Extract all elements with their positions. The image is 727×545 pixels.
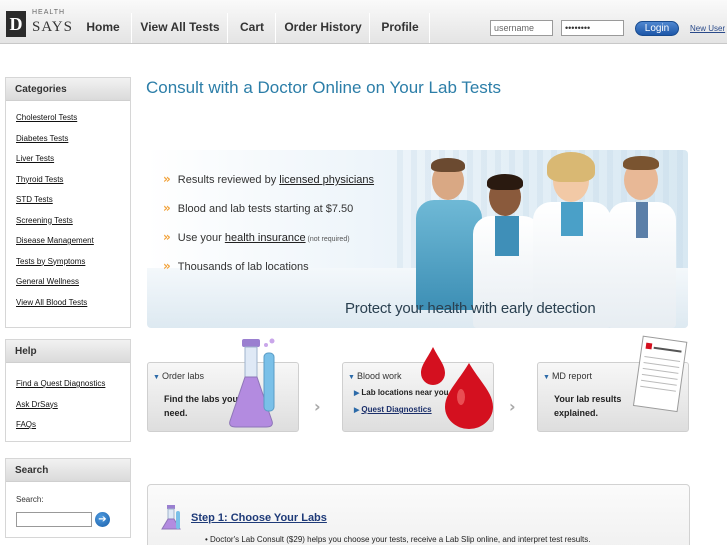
doctor-figure — [602, 154, 682, 328]
hero-bullet: » Thousands of lab locations — [163, 259, 309, 273]
search-heading: Search — [6, 459, 130, 482]
hero-bullet-text: Blood and lab tests starting at $7.50 — [177, 203, 354, 215]
search-box: Search Search: ➔ — [5, 458, 131, 538]
hero-bullet-text: Thousands of lab locations — [177, 261, 309, 273]
login-button[interactable]: Login — [635, 21, 679, 36]
chevron-icon: » — [163, 230, 171, 244]
search-go-icon[interactable]: ➔ — [95, 512, 110, 527]
password-input[interactable]: •••••••• — [561, 20, 624, 36]
nav-home[interactable]: Home — [75, 13, 131, 41]
step-order-labs[interactable]: ▼ Order labs Find the labs you need. — [147, 338, 299, 432]
step-detail-text: • Doctor's Lab Consult ($29) helps you c… — [205, 535, 591, 544]
chevron-icon: » — [163, 201, 171, 215]
drsays-logo[interactable]: D HEALTH SAYS — [6, 9, 73, 39]
step-detail-heading[interactable]: Step 1: Choose Your Labs — [191, 512, 327, 524]
chevron-icon: » — [163, 259, 171, 273]
category-link[interactable]: Diabetes Tests — [16, 132, 130, 153]
help-heading: Help — [6, 340, 130, 363]
licensed-physicians-link[interactable]: licensed physicians — [279, 174, 374, 186]
help-list: Find a Quest Diagnostics Ask DrSays FAQs — [6, 363, 130, 445]
category-link[interactable]: Thyroid Tests — [16, 173, 130, 194]
top-bar: D HEALTH SAYS Home View All Tests Cart O… — [0, 0, 727, 44]
chevron-icon: » — [163, 172, 171, 186]
step-label: ▼ MD report — [543, 371, 592, 381]
categories-list: Cholesterol Tests Diabetes Tests Liver T… — [6, 101, 130, 322]
step-detail-panel: Step 1: Choose Your Labs • Doctor's Lab … — [147, 484, 690, 545]
step-blood-work[interactable]: ▼ Blood work ▶ Lab locations near you ▶ Que… — [342, 347, 494, 432]
nav-divider — [429, 13, 430, 43]
search-input[interactable] — [16, 512, 92, 527]
hero-bullet-text: Results reviewed by — [177, 174, 280, 186]
username-input[interactable]: username — [490, 20, 553, 36]
blood-drop-icon — [421, 347, 493, 429]
help-link-ask[interactable]: Ask DrSays — [16, 398, 130, 419]
logo-says-text: SAYS — [32, 19, 73, 35]
category-link[interactable]: Tests by Symptoms — [16, 255, 130, 276]
new-user-link[interactable]: New User — [690, 24, 725, 33]
chevron-right-icon: › — [314, 397, 321, 416]
hero-bullet: » Blood and lab tests starting at $7.50 — [163, 201, 353, 215]
category-link[interactable]: Cholesterol Tests — [16, 111, 130, 132]
nav-profile[interactable]: Profile — [371, 13, 429, 41]
category-link[interactable]: Liver Tests — [16, 152, 130, 173]
nav-view-all-tests[interactable]: View All Tests — [133, 13, 227, 41]
hero-bullet-text: Use your — [177, 232, 225, 244]
category-link[interactable]: STD Tests — [16, 193, 130, 214]
health-insurance-link[interactable]: health insurance — [225, 232, 306, 244]
category-link[interactable]: Disease Management — [16, 234, 130, 255]
step-description: Your lab results explained. — [554, 394, 622, 418]
help-box: Help Find a Quest Diagnostics Ask DrSays… — [5, 339, 131, 442]
step-label: ▼ Order labs — [153, 371, 204, 381]
step-md-report[interactable]: ▼ MD report Your lab results explained. — [537, 335, 689, 432]
help-link-faqs[interactable]: FAQs — [16, 418, 130, 439]
logo-health-text: HEALTH — [32, 9, 66, 16]
category-link[interactable]: General Wellness — [16, 275, 130, 296]
not-required-note: (not required) — [305, 236, 350, 243]
logo-mark: D — [6, 11, 26, 37]
categories-heading: Categories — [6, 78, 130, 101]
step-label: ▼ Blood work — [348, 371, 402, 381]
categories-box: Categories Cholesterol Tests Diabetes Te… — [5, 77, 131, 328]
nav-divider — [369, 13, 370, 43]
nav-order-history[interactable]: Order History — [277, 13, 369, 41]
category-link[interactable]: Screening Tests — [16, 214, 130, 235]
search-label: Search: — [16, 495, 44, 504]
hero-bullet: » Results reviewed by licensed physicians — [163, 172, 374, 186]
hero-bullet: » Use your health insurance (not required… — [163, 230, 350, 244]
flask-icon — [229, 338, 275, 428]
page-title: Consult with a Doctor Online on Your Lab… — [146, 78, 502, 97]
hero-tagline: Protect your health with early detection — [345, 300, 596, 317]
chevron-right-icon: › — [509, 397, 516, 416]
nav-divider — [227, 13, 228, 43]
prescription-icon — [632, 335, 688, 413]
flask-icon — [161, 505, 181, 530]
hero-banner: » Results reviewed by licensed physicians… — [147, 150, 688, 328]
nav-divider — [131, 13, 132, 43]
help-link-quest[interactable]: Find a Quest Diagnostics — [16, 377, 130, 398]
nav-cart[interactable]: Cart — [229, 13, 275, 41]
nav-divider — [275, 13, 276, 43]
category-link[interactable]: View All Blood Tests — [16, 296, 130, 317]
